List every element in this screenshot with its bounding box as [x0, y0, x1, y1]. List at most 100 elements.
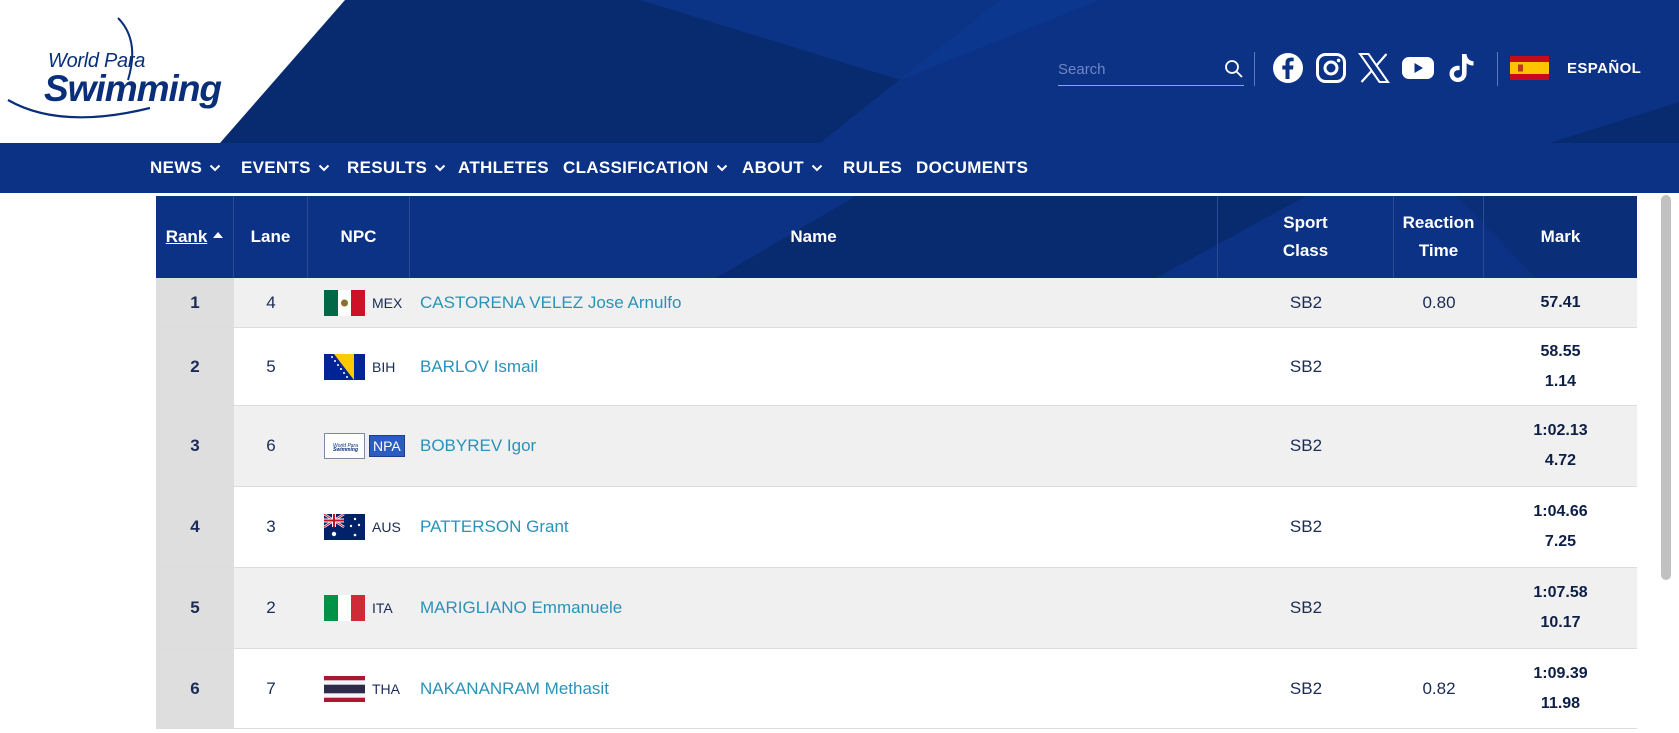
nav-label: NEWS — [150, 158, 203, 177]
nav-about[interactable]: ABOUT — [742, 158, 823, 178]
facebook-icon[interactable] — [1271, 51, 1305, 85]
table-row: 4 3 AUS PATTERSON Grant SB2 1:04.66 7.25 — [156, 487, 1637, 568]
chevron-down-icon — [716, 164, 727, 172]
main-nav: NEWS EVENTS RESULTS ATHLETES CLASSIFICAT… — [0, 143, 1679, 193]
mark-cell: 1:07.58 10.17 — [1484, 568, 1637, 648]
chevron-down-icon — [811, 164, 823, 172]
mark-value: 1:09.39 — [1533, 664, 1588, 682]
rank-sort-link[interactable]: Rank — [166, 223, 208, 251]
divider — [1497, 52, 1498, 86]
chevron-down-icon — [434, 164, 446, 172]
th-name: Name — [410, 196, 1218, 278]
world-para-swimming-logo-icon: World Para Swimming — [324, 433, 365, 459]
mark-value: 1:04.66 — [1533, 503, 1588, 520]
nav-news[interactable]: NEWS — [150, 158, 221, 178]
rank-cell: 3 — [156, 406, 234, 486]
th-mark: Mark — [1484, 196, 1637, 278]
th-reaction-time: Reaction Time — [1394, 196, 1484, 278]
npc-code: AUS — [372, 519, 401, 535]
npc-cell: BIH — [308, 328, 410, 405]
nav-athletes[interactable]: ATHLETES — [458, 158, 549, 178]
mark-cell: 1:09.39 11.98 — [1484, 649, 1637, 728]
sport-class-cell: SB2 — [1289, 292, 1323, 312]
nav-events[interactable]: EVENTS — [241, 158, 330, 178]
search-input[interactable] — [1058, 57, 1218, 81]
rank-cell: 4 — [156, 487, 234, 567]
behind-value: 7.25 — [1544, 533, 1577, 550]
search-box — [1058, 53, 1244, 86]
npc-code: THA — [372, 680, 400, 697]
npc-cell: World Para Swimming NPA — [308, 406, 410, 486]
lane-cell: 7 — [266, 678, 276, 698]
name-cell: CASTORENA VELEZ Jose Arnulfo — [410, 278, 1218, 327]
tiktok-icon[interactable] — [1444, 51, 1478, 85]
mexico-flag-icon — [324, 289, 365, 316]
reaction-time-cell: 0.82 — [1422, 678, 1456, 698]
nav-classification[interactable]: CLASSIFICATION — [563, 158, 728, 178]
name-cell: MARIGLIANO Emmanuele — [410, 568, 1218, 648]
rank-cell: 6 — [156, 649, 234, 728]
athlete-link[interactable]: BOBYREV Igor — [420, 436, 536, 456]
npc-code: ITA — [372, 600, 393, 616]
table-row: 5 2 ITA MARIGLIANO Emmanuele SB2 1:07.58… — [156, 568, 1637, 649]
language-label: ESPAÑOL — [1567, 59, 1642, 77]
results-table: Rank Lane NPC Name Sport Class Reaction … — [156, 196, 1637, 729]
name-cell: PATTERSON Grant — [410, 487, 1218, 567]
page-scrollbar[interactable] — [1655, 193, 1679, 733]
lane-cell: 6 — [266, 436, 276, 455]
npc-cell: ITA — [308, 568, 410, 648]
svg-text:Swimming: Swimming — [333, 447, 358, 453]
search-icon[interactable] — [1224, 59, 1244, 79]
behind-value: 11.98 — [1540, 694, 1581, 712]
reaction-time-cell — [1394, 487, 1484, 567]
athlete-link[interactable]: BARLOV Ismail — [420, 357, 538, 377]
behind-value: 10.17 — [1540, 614, 1581, 631]
npc-cell: AUS — [308, 487, 410, 567]
reaction-time-cell — [1394, 406, 1484, 486]
logo-line2: Swimming — [44, 68, 222, 109]
instagram-icon[interactable] — [1314, 51, 1348, 85]
table-row: 1 4 MEX CASTORENA VELEZ Jose Arnulfo SB2… — [156, 278, 1637, 328]
logo[interactable]: World Para Swimming — [0, 0, 350, 143]
th-label: Name — [790, 227, 837, 246]
th-label: Mark — [1540, 227, 1581, 246]
nav-documents[interactable]: DOCUMENTS — [916, 158, 1028, 178]
sport-class-cell: SB2 — [1289, 517, 1323, 536]
nav-rules[interactable]: RULES — [843, 158, 902, 178]
site-header: World Para Swimming Search ESPAÑOL NEWS … — [0, 0, 1679, 193]
mark-cell: 1:02.13 4.72 — [1484, 406, 1637, 486]
athlete-link[interactable]: MARIGLIANO Emmanuele — [420, 598, 622, 618]
youtube-icon[interactable] — [1401, 51, 1435, 85]
nav-results[interactable]: RESULTS — [347, 158, 446, 178]
reaction-time-cell: 0.80 — [1422, 292, 1456, 312]
th-rank[interactable]: Rank — [156, 196, 234, 278]
italy-flag-icon — [324, 595, 365, 621]
nav-label: ABOUT — [742, 158, 804, 177]
th-label: Class — [1282, 241, 1329, 260]
divider — [1254, 52, 1255, 86]
th-label: NPC — [340, 227, 377, 246]
lane-cell: 4 — [266, 292, 276, 312]
name-cell: BOBYREV Igor — [410, 406, 1218, 486]
bosnia-flag-icon — [324, 353, 365, 380]
table-row: 2 5 BIH BARLOV Ismail SB2 58.55 1.14 — [156, 328, 1637, 406]
sport-class-cell: SB2 — [1289, 598, 1323, 617]
nav-label: RESULTS — [347, 158, 428, 177]
nav-label: ATHLETES — [458, 158, 549, 177]
language-switch[interactable]: ESPAÑOL — [1510, 55, 1641, 81]
athlete-link[interactable]: CASTORENA VELEZ Jose Arnulfo — [420, 293, 681, 313]
th-label: Reaction — [1402, 213, 1475, 232]
athlete-link[interactable]: NAKANANRAM Methasit — [420, 679, 609, 699]
npc-code: MEX — [372, 294, 403, 311]
table-row: 6 7 THA NAKANANRAM Methasit SB2 0.82 1:0… — [156, 649, 1637, 729]
athlete-link[interactable]: PATTERSON Grant — [420, 517, 569, 537]
sort-ascending-icon — [213, 232, 224, 238]
mark-cell: 57.41 — [1484, 278, 1637, 327]
mark-cell: 1:04.66 7.25 — [1484, 487, 1637, 567]
name-cell: BARLOV Ismail — [410, 328, 1218, 405]
australia-flag-icon — [324, 514, 365, 540]
th-label: Time — [1418, 241, 1459, 260]
scrollbar-thumb[interactable] — [1661, 195, 1671, 580]
sport-class-cell: SB2 — [1289, 678, 1323, 698]
x-icon[interactable] — [1357, 51, 1391, 85]
